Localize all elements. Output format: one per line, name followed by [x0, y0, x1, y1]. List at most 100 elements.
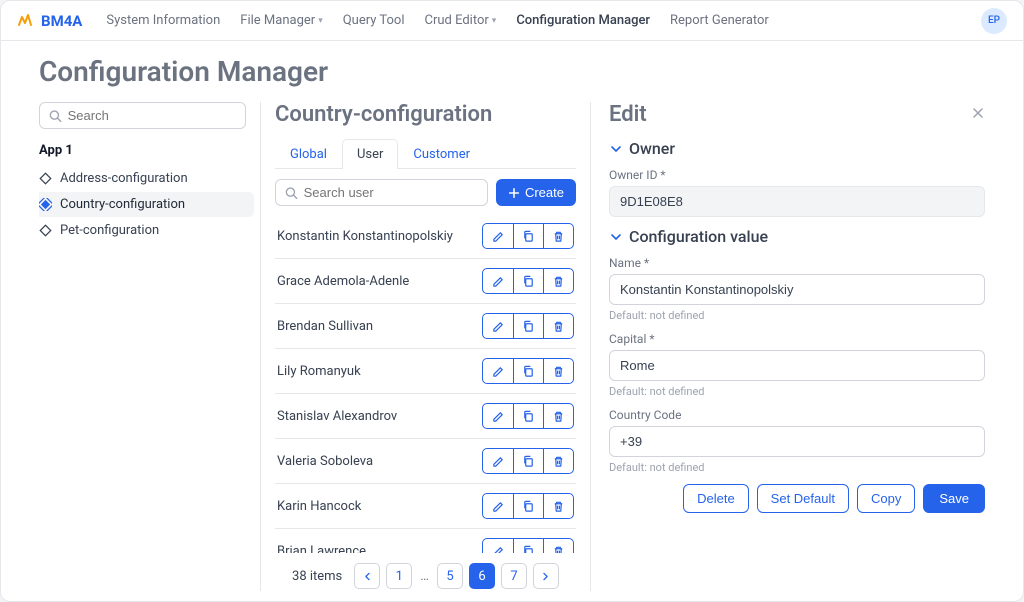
delete-button[interactable] — [543, 539, 573, 553]
nav-item[interactable]: System Information — [96, 13, 230, 28]
copy-button[interactable] — [513, 359, 543, 383]
edit-button[interactable] — [483, 404, 513, 428]
row-name: Konstantin Konstantinopolskiy — [277, 229, 453, 244]
list-row: Brian Lawrence — [275, 529, 576, 553]
sidebar-search[interactable] — [39, 102, 246, 129]
copy-button[interactable] — [513, 269, 543, 293]
pager-page[interactable]: 1 — [386, 563, 412, 589]
delete-button[interactable] — [543, 404, 573, 428]
copy-icon — [522, 365, 535, 378]
copy-button[interactable] — [513, 404, 543, 428]
trash-icon — [552, 320, 565, 333]
pager-dots: … — [418, 569, 431, 584]
pager-page[interactable]: 7 — [501, 563, 527, 589]
row-name: Brendan Sullivan — [277, 319, 373, 334]
close-button[interactable] — [971, 106, 985, 124]
pager-next[interactable] — [533, 563, 559, 589]
nav-item[interactable]: Query Tool — [333, 13, 415, 28]
copy-button[interactable]: Copy — [857, 484, 915, 513]
sidebar-item[interactable]: Address-configuration — [39, 166, 254, 191]
delete-button[interactable] — [543, 314, 573, 338]
field-label: Capital * — [609, 332, 985, 346]
config-section-header[interactable]: Configuration value — [609, 227, 985, 246]
list-row: Brendan Sullivan — [275, 304, 576, 349]
list-row: Karin Hancock — [275, 484, 576, 529]
tab[interactable]: Global — [275, 139, 342, 169]
trash-icon — [552, 500, 565, 513]
row-name: Valeria Soboleva — [277, 454, 373, 469]
set-default-button[interactable]: Set Default — [757, 484, 849, 513]
sidebar-item[interactable]: Country-configuration — [39, 192, 254, 217]
copy-icon — [522, 230, 535, 243]
diamond-icon — [39, 224, 52, 237]
nav-item[interactable]: File Manager▾ — [230, 13, 332, 28]
copy-icon — [522, 410, 535, 423]
copy-button[interactable] — [513, 314, 543, 338]
sidebar-item[interactable]: Pet-configuration — [39, 218, 254, 243]
nav-item[interactable]: Configuration Manager — [506, 13, 660, 28]
edit-icon — [492, 320, 505, 333]
row-name: Brian Lawrence — [277, 544, 366, 554]
edit-button[interactable] — [483, 494, 513, 518]
owner-id-label: Owner ID * — [609, 168, 985, 182]
trash-icon — [552, 230, 565, 243]
sidebar-group: App 1 — [39, 143, 246, 158]
edit-button[interactable] — [483, 449, 513, 473]
tabs: GlobalUserCustomer — [275, 139, 576, 169]
delete-button[interactable] — [543, 359, 573, 383]
delete-button[interactable] — [543, 269, 573, 293]
pager-page[interactable]: 6 — [469, 563, 495, 589]
edit-button[interactable] — [483, 224, 513, 248]
trash-icon — [552, 545, 565, 554]
list-panel: Country-configuration GlobalUserCustomer… — [261, 102, 591, 591]
create-button[interactable]: Create — [496, 179, 576, 206]
list-title: Country-configuration — [275, 102, 576, 127]
edit-icon — [492, 410, 505, 423]
edit-title: Edit — [609, 102, 647, 127]
search-icon — [49, 109, 62, 123]
tab[interactable]: User — [342, 139, 398, 169]
field-input[interactable] — [609, 274, 985, 305]
list-row: Lily Romanyuk — [275, 349, 576, 394]
edit-button[interactable] — [483, 269, 513, 293]
tab[interactable]: Customer — [398, 139, 485, 169]
sidebar-search-input[interactable] — [68, 108, 236, 123]
nav-item[interactable]: Crud Editor▾ — [414, 13, 506, 28]
delete-button[interactable] — [543, 224, 573, 248]
list-search[interactable] — [275, 179, 488, 206]
chevron-right-icon — [540, 571, 551, 582]
edit-button[interactable] — [483, 539, 513, 553]
nav-item[interactable]: Report Generator — [660, 13, 779, 28]
copy-icon — [522, 455, 535, 468]
edit-button[interactable] — [483, 359, 513, 383]
brand[interactable]: BM4A — [17, 12, 82, 30]
copy-button[interactable] — [513, 449, 543, 473]
delete-button[interactable] — [543, 449, 573, 473]
field-hint: Default: not defined — [609, 309, 985, 322]
field-input[interactable] — [609, 426, 985, 457]
pager-count: 38 items — [292, 569, 342, 584]
field-hint: Default: not defined — [609, 461, 985, 474]
edit-icon — [492, 230, 505, 243]
field-label: Country Code — [609, 408, 985, 422]
copy-icon — [522, 500, 535, 513]
edit-button[interactable] — [483, 314, 513, 338]
save-button[interactable]: Save — [923, 484, 985, 513]
field-input[interactable] — [609, 350, 985, 381]
delete-button[interactable] — [543, 494, 573, 518]
copy-button[interactable] — [513, 494, 543, 518]
owner-section-header[interactable]: Owner — [609, 139, 985, 158]
copy-button[interactable] — [513, 539, 543, 553]
list-search-input[interactable] — [304, 185, 478, 200]
pager-page[interactable]: 5 — [437, 563, 463, 589]
row-name: Karin Hancock — [277, 499, 361, 514]
copy-button[interactable] — [513, 224, 543, 248]
field-label: Name * — [609, 256, 985, 270]
row-name: Grace Ademola-Adenle — [277, 274, 409, 289]
edit-icon — [492, 500, 505, 513]
delete-button[interactable]: Delete — [683, 484, 749, 513]
avatar[interactable]: EP — [981, 8, 1007, 34]
row-name: Stanislav Alexandrov — [277, 409, 397, 424]
pager-prev[interactable] — [354, 563, 380, 589]
copy-icon — [522, 275, 535, 288]
